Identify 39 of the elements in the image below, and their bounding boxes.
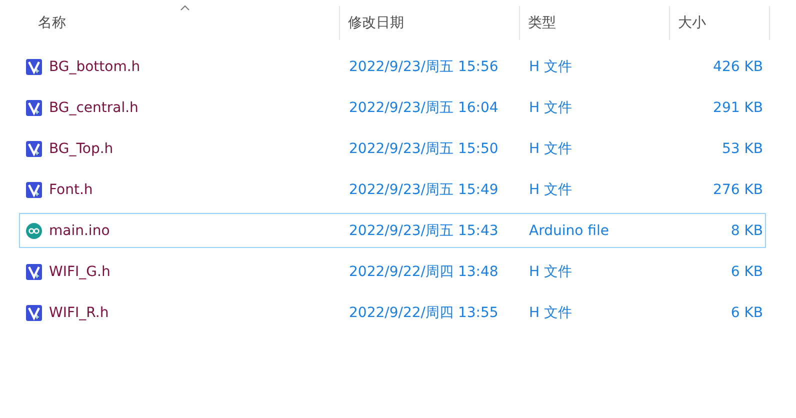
file-name: Font.h xyxy=(49,182,93,198)
file-name: main.ino xyxy=(49,222,110,238)
file-name: BG_central.h xyxy=(49,100,138,116)
file-size: 291 KB xyxy=(712,100,764,116)
file-size: 53 KB xyxy=(720,140,764,156)
file-row[interactable]: BG_Top.h 2022/9/23/周五 15:50 H 文件 53 KB xyxy=(19,131,766,166)
file-type: H 文件 xyxy=(528,58,573,76)
file-row[interactable]: Font.h 2022/9/23/周五 15:49 H 文件 276 KB xyxy=(19,172,766,207)
column-header[interactable]: 修改日期 xyxy=(340,6,520,40)
file-type: H 文件 xyxy=(528,304,573,322)
column-header[interactable]: 大小 xyxy=(670,6,770,40)
modified-date: 2022/9/22/周四 13:55 xyxy=(348,304,500,322)
modified-date: 2022/9/23/周五 15:50 xyxy=(348,140,500,158)
file-type: H 文件 xyxy=(528,180,573,198)
modified-date: 2022/9/23/周五 16:04 xyxy=(348,98,500,116)
file-type: H 文件 xyxy=(528,98,573,116)
column-header[interactable]: 类型 xyxy=(520,6,670,40)
column-header[interactable]: 名称 xyxy=(0,6,340,40)
file-name: WIFI_R.h xyxy=(49,304,109,320)
file-name: WIFI_G.h xyxy=(49,264,110,280)
file-size: 426 KB xyxy=(712,58,764,74)
modified-date: 2022/9/22/周四 13:48 xyxy=(348,262,500,280)
file-name: BG_Top.h xyxy=(49,140,114,156)
modified-date: 2022/9/23/周五 15:49 xyxy=(348,180,500,198)
file-type: Arduino file xyxy=(528,222,610,238)
file-type: H 文件 xyxy=(528,262,573,280)
file-size: 276 KB xyxy=(712,182,764,198)
file-row[interactable]: BG_bottom.h 2022/9/23/周五 15:56 H 文件 426 KB xyxy=(19,49,766,84)
file-row[interactable]: WIFI_R.h 2022/9/22/周四 13:55 H 文件 6 KB xyxy=(19,295,766,330)
file-type: H 文件 xyxy=(528,140,573,158)
file-size: 8 KB xyxy=(730,222,764,238)
file-row[interactable]: BG_central.h 2022/9/23/周五 16:04 H 文件 291 KB xyxy=(19,90,766,125)
modified-date: 2022/9/23/周五 15:43 xyxy=(348,222,500,240)
file-size: 6 KB xyxy=(730,264,764,280)
file-name: BG_bottom.h xyxy=(49,58,140,74)
file-size: 6 KB xyxy=(730,304,764,320)
file-row[interactable]: main.ino 2022/9/23/周五 15:43 Arduino file 8 KB xyxy=(19,213,766,248)
modified-date: 2022/9/23/周五 15:56 xyxy=(348,58,500,76)
file-row[interactable]: WIFI_G.h 2022/9/22/周四 13:48 H 文件 6 KB xyxy=(19,254,766,289)
